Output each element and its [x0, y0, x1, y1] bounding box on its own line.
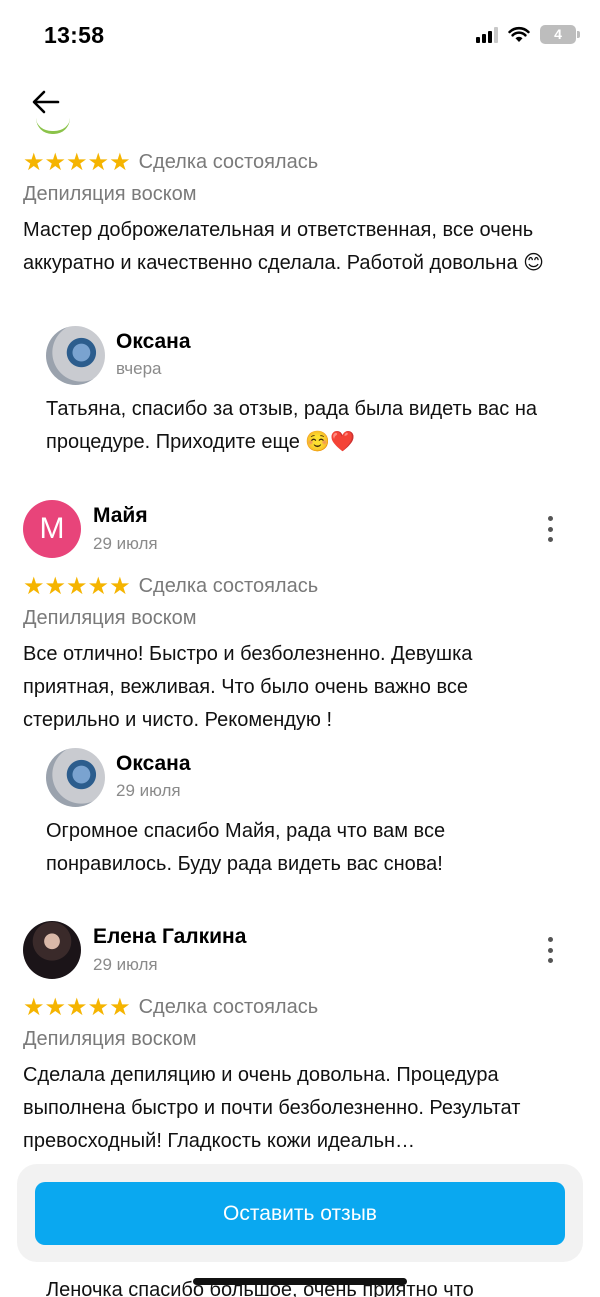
cellular-signal-icon	[476, 26, 498, 43]
service-name: Депиляция воском	[23, 1028, 197, 1050]
reviewer-name[interactable]: Майя	[93, 504, 148, 528]
review-card: М Майя 29 июля ★★★★★ Сделка состоялась Д…	[0, 500, 600, 737]
reply-date: 29 июля	[116, 781, 181, 800]
deal-status: Сделка состоялась	[138, 150, 319, 173]
status-icons: 4	[476, 25, 580, 44]
status-time: 13:58	[44, 22, 105, 48]
more-options-button[interactable]	[540, 516, 560, 542]
reply-date: вчера	[116, 359, 162, 378]
reply-author: Оксана	[116, 330, 191, 353]
status-bar: 13:58 4	[0, 0, 600, 72]
more-options-button[interactable]	[540, 937, 560, 963]
service-name: Депиляция воском	[23, 183, 197, 205]
deal-status: Сделка состоялась	[138, 995, 319, 1018]
reply-text: Огромное спасибо Майя, рада что вам все …	[46, 820, 446, 875]
review-card: Елена Галкина 29 июля ★★★★★ Сделка состо…	[0, 921, 600, 1158]
avatar[interactable]	[46, 748, 105, 807]
deal-status: Сделка состоялась	[138, 574, 319, 597]
reply-author: Оксана	[116, 752, 191, 775]
wifi-icon	[508, 26, 530, 42]
reply-text: Татьяна, спасибо за отзыв, рада была вид…	[46, 398, 538, 453]
review-text: Сделала депиляцию и очень довольна. Проц…	[23, 1064, 521, 1152]
home-indicator[interactable]	[193, 1278, 407, 1285]
rating-row: ★★★★★ Сделка состоялась	[0, 991, 600, 1023]
review-text: Мастер доброжелательная и ответственная,…	[23, 219, 545, 274]
battery-icon: 4	[540, 25, 580, 44]
service-name: Депиляция воском	[23, 607, 197, 629]
avatar[interactable]	[23, 921, 81, 979]
review-date: 29 июля	[93, 955, 158, 974]
bottom-action-panel: Оставить отзыв	[17, 1164, 583, 1262]
avatar[interactable]	[46, 326, 105, 385]
leave-review-button[interactable]: Оставить отзыв	[35, 1182, 565, 1245]
avatar[interactable]: М	[23, 500, 81, 558]
reviewer-name[interactable]: Елена Галкина	[93, 925, 246, 949]
reviews-list[interactable]: ★★★★★ Сделка состоялась Депиляция воском…	[0, 130, 600, 1297]
arrow-left-icon	[32, 90, 60, 114]
rating-row: ★★★★★ Сделка состоялась	[0, 146, 600, 178]
review-date: 29 июля	[93, 534, 158, 553]
rating-row: ★★★★★ Сделка состоялась	[0, 570, 600, 602]
review-text: Все отлично! Быстро и безболезненно. Дев…	[23, 643, 473, 731]
review-card: ★★★★★ Сделка состоялась Депиляция воском…	[0, 146, 600, 280]
back-button[interactable]	[28, 84, 64, 120]
rating-stars: ★★★★★	[23, 572, 131, 600]
rating-stars: ★★★★★	[23, 993, 131, 1021]
rating-stars: ★★★★★	[23, 148, 131, 176]
